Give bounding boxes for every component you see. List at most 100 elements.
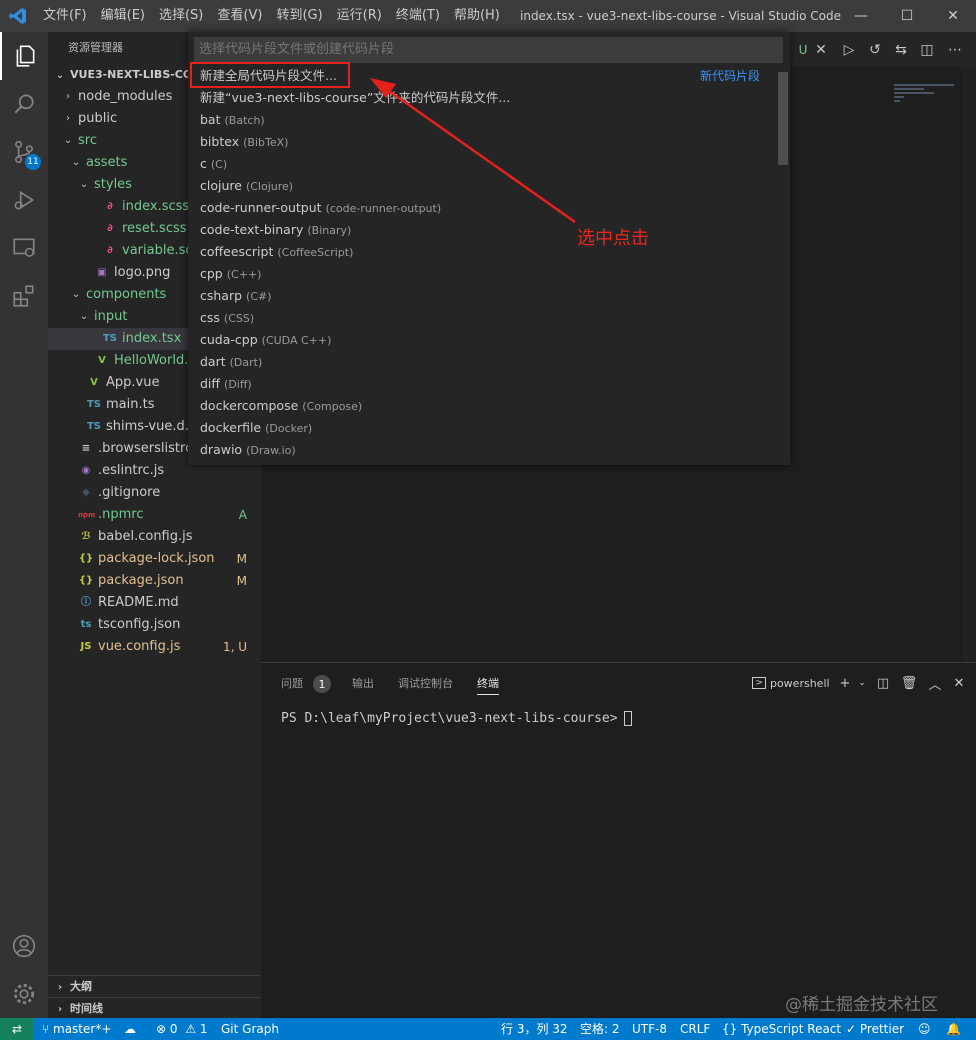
search-icon[interactable] bbox=[0, 80, 48, 128]
quick-pick-item[interactable]: bibtex (BibTeX) bbox=[188, 131, 778, 153]
split-terminal-icon[interactable]: ◫ bbox=[873, 671, 893, 695]
tree-item-label: package-lock.json bbox=[98, 551, 215, 566]
quick-pick-item[interactable]: dockercompose (Compose) bbox=[188, 395, 778, 417]
close-window-icon[interactable]: ✕ bbox=[930, 0, 976, 32]
branch-status[interactable]: ⑂ master*+ bbox=[42, 1018, 111, 1040]
sync-icon[interactable]: ☁ bbox=[124, 1018, 136, 1040]
quick-pick-item[interactable]: cpp (C++) bbox=[188, 263, 778, 285]
compare-changes-icon[interactable]: ⇆ bbox=[888, 32, 914, 67]
quick-pick-item[interactable]: code-text-binary (Binary) bbox=[188, 219, 778, 241]
snippet-quick-pick: 新建全局代码片段文件...新代码片段新建“vue3-next-libs-cour… bbox=[188, 32, 790, 465]
account-icon[interactable] bbox=[0, 922, 48, 970]
maximize-icon[interactable]: ☐ bbox=[884, 0, 930, 32]
run-debug-icon[interactable] bbox=[0, 176, 48, 224]
quick-pick-item[interactable]: csharp (C#) bbox=[188, 285, 778, 307]
ts-file-icon: TS bbox=[102, 333, 118, 344]
eol-status[interactable]: CRLF bbox=[680, 1018, 710, 1040]
chevron-down-icon: ⌄ bbox=[71, 157, 81, 168]
git-graph-button[interactable]: Git Graph bbox=[221, 1018, 279, 1040]
explorer-icon[interactable] bbox=[0, 32, 48, 80]
remote-indicator-icon[interactable]: ⇄ bbox=[0, 1018, 34, 1040]
tab-debug-console[interactable]: 调试控制台 bbox=[398, 675, 453, 691]
tree-item[interactable]: ts tsconfig.json bbox=[48, 614, 261, 636]
quick-pick-scrollbar[interactable] bbox=[778, 72, 788, 165]
tree-item[interactable]: ◆ .gitignore bbox=[48, 482, 261, 504]
tree-item[interactable]: {} package.json M bbox=[48, 570, 261, 592]
menu-item[interactable]: 编辑(E) bbox=[94, 0, 152, 32]
prettier-status[interactable]: ✓ Prettier bbox=[846, 1018, 904, 1040]
problems-count-badge: 1 bbox=[313, 675, 331, 693]
source-control-icon[interactable]: 11 bbox=[0, 128, 48, 176]
language-mode[interactable]: {} TypeScript React bbox=[722, 1018, 841, 1040]
quick-pick-item[interactable]: diff (Diff) bbox=[188, 373, 778, 395]
git-file-icon: ◆ bbox=[82, 487, 90, 498]
close-panel-icon[interactable]: ✕ bbox=[949, 671, 969, 695]
quick-pick-item[interactable]: css (CSS) bbox=[188, 307, 778, 329]
quick-pick-item-label: bat bbox=[200, 112, 221, 127]
tab-terminal[interactable]: 终端 bbox=[477, 675, 499, 695]
quick-pick-input[interactable] bbox=[194, 37, 783, 63]
run-icon[interactable]: ▷ bbox=[836, 32, 862, 67]
quick-pick-item-description: (Clojure) bbox=[245, 180, 294, 193]
indentation-status[interactable]: 空格: 2 bbox=[580, 1018, 620, 1040]
trash-icon[interactable]: 🗑 bbox=[899, 671, 919, 695]
menu-item[interactable]: 查看(V) bbox=[210, 0, 269, 32]
quick-pick-item[interactable]: cuda-cpp (CUDA C++) bbox=[188, 329, 778, 351]
notifications-icon[interactable]: 🔔 bbox=[946, 1018, 961, 1040]
problems-status[interactable]: ⊗ 0 ⚠ 1 bbox=[156, 1018, 208, 1040]
tab-output[interactable]: 输出 bbox=[352, 675, 374, 691]
timeline-section-header[interactable]: › 时间线 bbox=[48, 997, 261, 1018]
menu-item[interactable]: 运行(R) bbox=[330, 0, 389, 32]
quick-pick-item-label: cpp bbox=[200, 266, 223, 281]
tab-problems[interactable]: 问题 bbox=[281, 675, 303, 691]
menu-item[interactable]: 文件(F) bbox=[36, 0, 94, 32]
remote-explorer-icon[interactable] bbox=[0, 224, 48, 272]
quick-pick-item[interactable]: coffeescript (CoffeeScript) bbox=[188, 241, 778, 263]
quick-pick-item[interactable]: c (C) bbox=[188, 153, 778, 175]
maximize-panel-icon[interactable]: ︿ bbox=[925, 671, 945, 695]
quick-pick-item-label: diff bbox=[200, 376, 221, 391]
tree-item-label: package.json bbox=[98, 573, 184, 588]
terminal-shell-selector[interactable]: > powershell bbox=[751, 671, 831, 695]
menu-item[interactable]: 帮助(H) bbox=[447, 0, 507, 32]
chevron-down-icon: ⌄ bbox=[79, 179, 89, 190]
menu-item[interactable]: 选择(S) bbox=[152, 0, 210, 32]
quick-pick-item[interactable]: drawio (Draw.io) bbox=[188, 439, 778, 461]
quick-pick-item[interactable]: dockerfile (Docker) bbox=[188, 417, 778, 439]
tree-item-label: shims-vue.d.ts bbox=[106, 419, 201, 434]
menu-item[interactable]: 转到(G) bbox=[269, 0, 329, 32]
quick-pick-item[interactable]: bat (Batch) bbox=[188, 109, 778, 131]
close-tab-icon[interactable]: ✕ bbox=[808, 32, 834, 67]
minimap[interactable] bbox=[894, 84, 964, 124]
quick-pick-item-description: (Draw.io) bbox=[246, 444, 296, 457]
chevron-down-icon[interactable]: ⌄ bbox=[855, 671, 869, 695]
minimize-icon[interactable]: — bbox=[838, 0, 884, 32]
new-terminal-icon[interactable]: + bbox=[835, 671, 855, 695]
quick-pick-item-description: (BibTeX) bbox=[243, 136, 289, 149]
menu-item[interactable]: 终端(T) bbox=[389, 0, 447, 32]
more-actions-icon[interactable]: ⋯ bbox=[942, 32, 968, 67]
outline-section-header[interactable]: › 大纲 bbox=[48, 975, 261, 997]
split-editor-icon[interactable]: ◫ bbox=[914, 32, 940, 67]
editor-scrollbar[interactable] bbox=[962, 67, 976, 662]
extensions-icon[interactable] bbox=[0, 272, 48, 320]
tree-item[interactable]: ⓘ README.md bbox=[48, 592, 261, 614]
quick-pick-item[interactable]: code-runner-output (code-runner-output) bbox=[188, 197, 778, 219]
encoding-status[interactable]: UTF-8 bbox=[632, 1018, 667, 1040]
tree-item-label: .gitignore bbox=[98, 485, 161, 500]
feedback-icon[interactable]: ☺ bbox=[918, 1018, 931, 1040]
tree-item[interactable]: JS vue.config.js 1, U bbox=[48, 636, 261, 658]
quick-pick-item-description: (Dart) bbox=[229, 356, 263, 369]
gear-icon[interactable] bbox=[0, 970, 48, 1018]
tree-item-label: src bbox=[78, 133, 97, 148]
history-icon[interactable]: ↺ bbox=[862, 32, 888, 67]
quick-pick-item[interactable]: 新建“vue3-next-libs-course”文件夹的代码片段文件... bbox=[188, 87, 778, 109]
quick-pick-item[interactable]: clojure (Clojure) bbox=[188, 175, 778, 197]
tree-item[interactable]: ℬbabel.config.js bbox=[48, 526, 261, 548]
terminal-prompt[interactable]: PS D:\leaf\myProject\vue3-next-libs-cour… bbox=[281, 711, 632, 726]
tree-item[interactable]: npm .npmrc A bbox=[48, 504, 261, 526]
quick-pick-item[interactable]: dart (Dart) bbox=[188, 351, 778, 373]
quick-pick-item-label: dart bbox=[200, 354, 226, 369]
cursor-position[interactable]: 行 3，列 32 bbox=[501, 1018, 568, 1040]
tree-item[interactable]: {} package-lock.json M bbox=[48, 548, 261, 570]
